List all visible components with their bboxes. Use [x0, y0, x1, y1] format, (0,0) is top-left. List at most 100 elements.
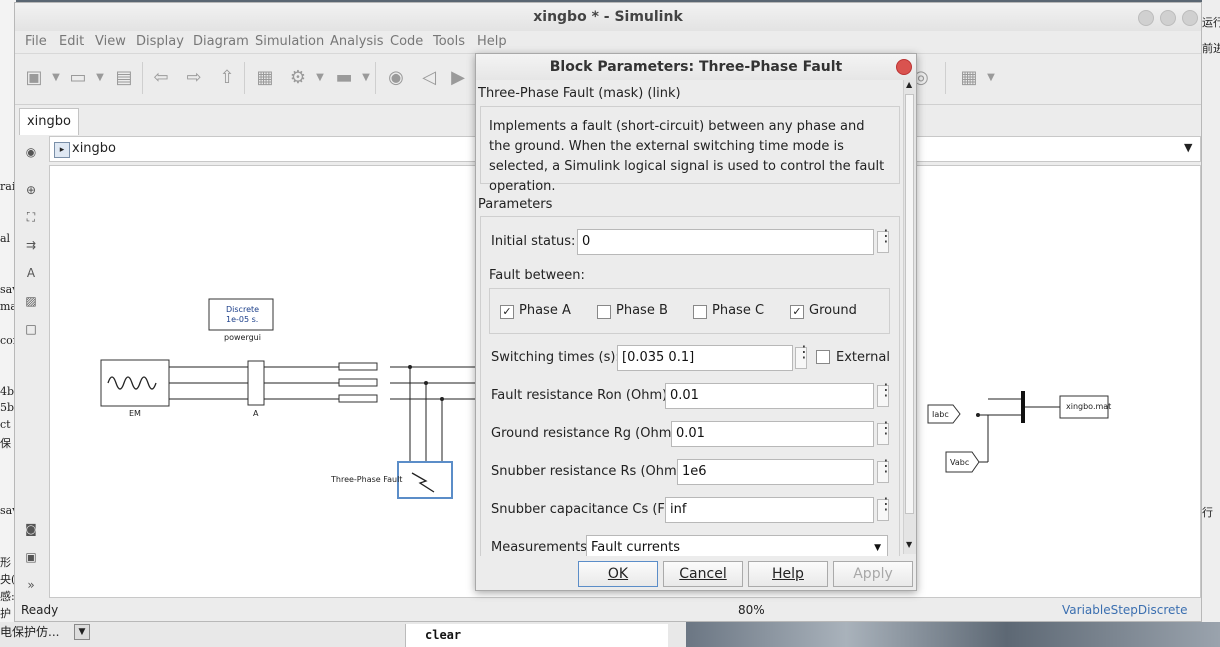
phase-a-checkbox[interactable]: ✓ [500, 305, 514, 319]
image-icon[interactable]: ▨ [23, 293, 39, 309]
chevron-down-icon[interactable]: ▼ [355, 67, 377, 89]
back-arrow-icon[interactable]: ⇦ [150, 67, 172, 89]
menu-code[interactable]: Code [390, 34, 423, 49]
more-options-icon[interactable]: ⋮ [877, 382, 894, 407]
em-block [100, 359, 170, 407]
zoom-icon[interactable]: ⊕ [23, 182, 39, 198]
menu-diagram[interactable]: Diagram [193, 34, 249, 49]
cancel-button[interactable]: Cancel [663, 561, 743, 587]
tab-xingbo[interactable]: xingbo [19, 108, 79, 135]
apply-button[interactable]: Apply [833, 561, 913, 587]
powergui-line1: Discrete [226, 305, 260, 314]
more-options-icon[interactable]: ⋮ [877, 496, 894, 521]
phase-a-label: Phase A [519, 303, 571, 318]
rg-input[interactable]: 0.01 [671, 421, 874, 447]
ground-checkbox[interactable]: ✓ [790, 305, 804, 319]
description-text: Implements a fault (short-circuit) betwe… [489, 119, 885, 194]
close-icon[interactable] [1182, 10, 1198, 26]
background-text: 感: [0, 590, 15, 603]
model-explorer-icon[interactable]: ▬ [333, 67, 355, 89]
measurements-select[interactable]: Fault currents ▼ [586, 535, 888, 556]
step-back-icon[interactable]: ◁ [418, 67, 440, 89]
ron-input[interactable]: 0.01 [665, 383, 874, 409]
open-folder-icon[interactable]: ▭ [67, 67, 89, 89]
status-ready: Ready [21, 603, 59, 617]
parameters-label: Parameters [478, 197, 553, 212]
menu-tools[interactable]: Tools [433, 34, 465, 49]
toolbar-separator [142, 62, 143, 94]
background-text: 央( [0, 573, 16, 586]
block-parameters-dialog: Block Parameters: Three-Phase Fault Thre… [475, 53, 917, 591]
area-icon[interactable]: □ [23, 321, 39, 337]
arrow-icon[interactable]: ⇉ [23, 237, 39, 253]
status-bar: Ready 80% VariableStepDiscrete [15, 601, 1201, 621]
phase-c-checkbox[interactable] [693, 305, 707, 319]
chevron-down-icon[interactable]: ▼ [309, 67, 331, 89]
menu-view[interactable]: View [95, 34, 126, 49]
library-browser-icon[interactable]: ▦ [254, 67, 276, 89]
chevron-down-icon[interactable]: ▼ [980, 67, 1002, 89]
chevron-down-icon[interactable]: ▼ [89, 67, 111, 89]
menu-edit[interactable]: Edit [59, 34, 84, 49]
menu-display[interactable]: Display [136, 34, 184, 49]
grid-icon[interactable]: ▦ [958, 67, 980, 89]
scroll-up-icon[interactable]: ▲ [906, 80, 912, 89]
rs-input[interactable]: 1e6 [677, 459, 874, 485]
window-titlebar[interactable]: xingbo * - Simulink [15, 3, 1201, 31]
dialog-title[interactable]: Block Parameters: Three-Phase Fault [476, 54, 916, 80]
tofile-label: xingbo.mat [1066, 402, 1112, 411]
up-arrow-icon[interactable]: ⇧ [216, 67, 238, 89]
ground-label: Ground [809, 303, 857, 318]
more-options-icon[interactable]: ⋮ [877, 458, 894, 483]
fault-label: Three-Phase Fault [331, 475, 403, 484]
record-icon[interactable]: ◉ [385, 67, 407, 89]
ok-button[interactable]: OK [578, 561, 658, 587]
phase-b-label: Phase B [616, 303, 668, 318]
more-options-icon[interactable]: ⋮ [877, 420, 894, 445]
maximize-icon[interactable] [1160, 10, 1176, 26]
menu-simulation[interactable]: Simulation [255, 34, 324, 49]
camera-icon[interactable]: ◙ [23, 521, 39, 537]
switching-times-input[interactable]: [0.035 0.1] [617, 345, 793, 371]
dialog-scrollbar[interactable]: ▲ ▼ [903, 80, 916, 554]
annotation-icon[interactable]: A [23, 265, 39, 281]
run-icon[interactable]: ▶ [447, 67, 469, 89]
forward-arrow-icon[interactable]: ⇨ [183, 67, 205, 89]
chevron-down-icon[interactable]: ▼ [45, 67, 67, 89]
fit-to-view-icon[interactable]: ⛶ [23, 209, 39, 225]
parameters-panel: Initial status: 0 ⋮ Fault between: ✓ Pha… [480, 216, 900, 556]
menu-file[interactable]: File [25, 34, 47, 49]
background-text: 护 [0, 607, 11, 620]
em-label: EM [129, 409, 141, 418]
cs-label: Snubber capacitance Cs (F): [491, 502, 675, 517]
hide-explorer-icon[interactable]: ◉ [23, 144, 39, 160]
external-label: External [836, 350, 890, 365]
dropdown-arrow-icon[interactable]: ▼ [74, 624, 90, 640]
phase-c-label: Phase C [712, 303, 765, 318]
external-checkbox[interactable] [816, 350, 830, 364]
help-button[interactable]: Help [748, 561, 828, 587]
more-options-icon[interactable]: ⋮ [795, 344, 812, 369]
background-right-pane: 运行 前进 行 [1202, 0, 1220, 622]
minimize-icon[interactable] [1138, 10, 1154, 26]
phase-b-checkbox[interactable] [597, 305, 611, 319]
menu-analysis[interactable]: Analysis [330, 34, 384, 49]
scroll-down-icon[interactable]: ▼ [906, 540, 912, 549]
fault-between-group: ✓ Phase A Phase B Phase C ✓ Ground [489, 288, 890, 334]
property-inspector-icon[interactable]: ▣ [23, 549, 39, 565]
menu-help[interactable]: Help [477, 34, 507, 49]
scrollbar-thumb[interactable] [905, 94, 914, 514]
initial-status-input[interactable]: 0 [577, 229, 874, 255]
vabc-label: Vabc [950, 458, 970, 467]
background-text: 行 [1202, 506, 1213, 519]
expand-icon[interactable]: » [23, 577, 39, 593]
menubar: File Edit View Display Diagram Simulatio… [15, 31, 1201, 53]
more-options-icon[interactable]: ⋮ [877, 228, 894, 253]
solver-name[interactable]: VariableStepDiscrete [1062, 603, 1187, 617]
save-icon[interactable]: ▤ [113, 67, 135, 89]
settings-gear-icon[interactable]: ⚙ [287, 67, 309, 89]
new-model-icon[interactable]: ▣ [23, 67, 45, 89]
close-icon[interactable] [896, 59, 912, 75]
chevron-down-icon[interactable]: ▼ [1184, 141, 1192, 154]
cs-input[interactable]: inf [665, 497, 874, 523]
